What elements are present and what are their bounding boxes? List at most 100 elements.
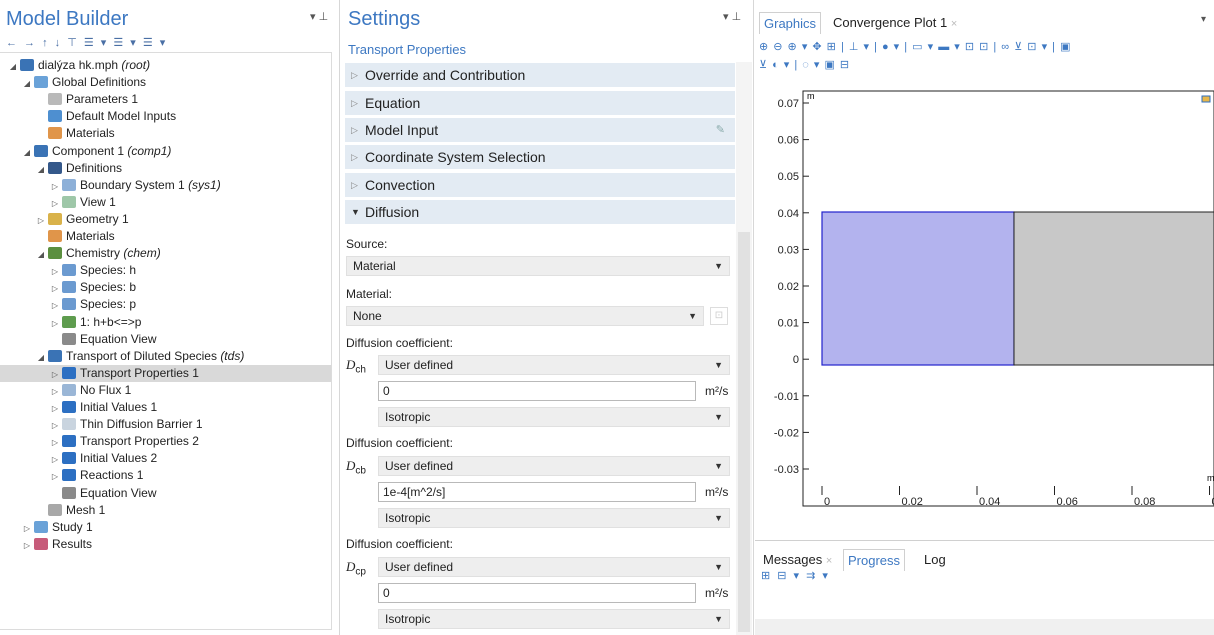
tree-item[interactable]: ▷ Species: b bbox=[0, 279, 331, 296]
node-icon bbox=[48, 161, 62, 174]
material-select[interactable]: None ▼ bbox=[346, 306, 704, 326]
edit-icon[interactable]: ✎ bbox=[716, 118, 725, 142]
expanded-arrow-icon[interactable]: ◢ bbox=[36, 246, 46, 263]
tree-item-label: Materials bbox=[66, 126, 115, 141]
tab-messages[interactable]: Messages × bbox=[759, 549, 836, 571]
tree-item[interactable]: Materials bbox=[0, 125, 331, 142]
tree-item[interactable]: ▷ View 1 bbox=[0, 194, 331, 211]
tree-item[interactable]: Materials bbox=[0, 228, 331, 245]
collapsed-arrow-icon[interactable]: ▷ bbox=[50, 451, 60, 468]
tab-convergence-plot[interactable]: Convergence Plot 1 × bbox=[829, 12, 961, 34]
y-tick-label: -0.03 bbox=[774, 464, 799, 476]
model-builder-toolbar[interactable]: ← → ↑ ↓ ⊤ ☰ ▾ ☰ ▾ ☰ ▾ bbox=[6, 36, 167, 52]
tree-item[interactable]: ◢ Chemistry (chem) bbox=[0, 245, 331, 262]
collapsed-arrow-icon[interactable]: ▷ bbox=[50, 195, 60, 212]
tree-item[interactable]: ▷ No Flux 1 bbox=[0, 382, 331, 399]
coefficient-type-select[interactable]: User defined ▼ bbox=[378, 456, 730, 476]
anisotropy-select[interactable]: Isotropic ▼ bbox=[378, 508, 730, 528]
tree-item[interactable]: ▷ Reactions 1 bbox=[0, 467, 331, 484]
tab-graphics[interactable]: Graphics bbox=[759, 12, 822, 34]
expanded-arrow-icon[interactable]: ◢ bbox=[22, 144, 32, 161]
tree-item[interactable]: ▷ Study 1 bbox=[0, 519, 331, 536]
tree-item[interactable]: ◢ Component 1 (comp1) bbox=[0, 143, 331, 160]
tree-item[interactable]: ◢ Definitions bbox=[0, 160, 331, 177]
tree-item[interactable]: Equation View bbox=[0, 485, 331, 502]
scrollbar-thumb[interactable] bbox=[738, 232, 750, 632]
geometry-plot[interactable]: 0.07 0.06 0.05 0.04 0.03 0.02 0.01 0 -0.01 -0.02 -… bbox=[755, 73, 1214, 513]
coefficient-value-input[interactable]: 1e-4[m^2/s] bbox=[378, 482, 696, 502]
collapsed-arrow-icon[interactable]: ▷ bbox=[50, 263, 60, 280]
tree-item[interactable]: ▷ Transport Properties 1 bbox=[0, 364, 331, 383]
collapsed-arrow-icon[interactable]: ▷ bbox=[50, 383, 60, 400]
collapsed-arrow-icon[interactable]: ▷ bbox=[22, 520, 32, 537]
diffusion-coefficient-label: Diffusion coefficient: bbox=[346, 336, 453, 350]
pin-icon[interactable]: ▾ ⊥ bbox=[310, 10, 328, 23]
coefficient-type-select[interactable]: User defined ▼ bbox=[378, 557, 730, 577]
tree-item[interactable]: ▷ Initial Values 1 bbox=[0, 399, 331, 416]
anisotropy-select[interactable]: Isotropic ▼ bbox=[378, 609, 730, 629]
graphics-toolbar[interactable]: ⊕ ⊖ ⊕ ▾ ✥ ⊞ | ⊥ ▾ | ● ▾ | ▭ ▾ ▬ ▾ ⊡ ⊡ | … bbox=[759, 40, 1071, 53]
expanded-arrow-icon[interactable]: ◢ bbox=[36, 349, 46, 366]
coefficient-value-input[interactable]: 0 bbox=[378, 583, 696, 603]
section-override-contribution[interactable]: ▷ Override and Contribution bbox=[345, 63, 735, 87]
tree-item[interactable]: ▷ Initial Values 2 bbox=[0, 450, 331, 467]
tree-item[interactable]: ◢ dialýza hk.mph (root) bbox=[0, 57, 331, 74]
coefficient-value-input[interactable]: 0 bbox=[378, 381, 696, 401]
collapsed-arrow-icon[interactable]: ▷ bbox=[50, 417, 60, 434]
section-coordinate-system[interactable]: ▷ Coordinate System Selection bbox=[345, 145, 735, 169]
tree-item[interactable]: Parameters 1 bbox=[0, 91, 331, 108]
collapsed-arrow-icon[interactable]: ▷ bbox=[36, 212, 46, 229]
view-menu-icon[interactable]: ▾ bbox=[1201, 14, 1206, 25]
tree-item[interactable]: ▷ Transport Properties 2 bbox=[0, 433, 331, 450]
collapsed-arrow-icon[interactable]: ▷ bbox=[50, 280, 60, 297]
section-label: Override and Contribution bbox=[365, 67, 526, 83]
go-to-material-icon[interactable]: ⊡ bbox=[710, 307, 728, 325]
tree-item[interactable]: Mesh 1 bbox=[0, 502, 331, 519]
tree-item[interactable]: ▷ Species: p bbox=[0, 296, 331, 313]
tree-item[interactable]: ▷ Thin Diffusion Barrier 1 bbox=[0, 416, 331, 433]
node-icon bbox=[62, 264, 76, 277]
collapsed-arrow-icon[interactable]: ▷ bbox=[50, 434, 60, 451]
collapsed-arrow-icon[interactable]: ▷ bbox=[50, 178, 60, 195]
expanded-arrow-icon[interactable]: ◢ bbox=[22, 75, 32, 92]
graphics-toolbar-row2[interactable]: ⊻ ◐ ▾ | ◌ ▾ ▣ ⊟ bbox=[759, 58, 850, 71]
anisotropy-select[interactable]: Isotropic ▼ bbox=[378, 407, 730, 427]
domain-selected[interactable] bbox=[821, 211, 1015, 366]
close-icon[interactable]: × bbox=[951, 18, 957, 30]
tree-item[interactable]: ▷ Species: h bbox=[0, 262, 331, 279]
coefficient-type-select[interactable]: User defined ▼ bbox=[378, 355, 730, 375]
messages-scrollbar[interactable] bbox=[755, 619, 1214, 635]
expanded-arrow-icon[interactable]: ◢ bbox=[8, 58, 18, 75]
tree-item[interactable]: ▷ Boundary System 1 (sys1) bbox=[0, 177, 331, 194]
close-icon[interactable]: × bbox=[826, 555, 832, 567]
expanded-arrow-icon[interactable]: ◢ bbox=[36, 161, 46, 178]
collapsed-arrow-icon[interactable]: ▷ bbox=[50, 400, 60, 417]
tab-label: Messages bbox=[763, 552, 823, 567]
settings-scrollbar[interactable] bbox=[736, 62, 752, 635]
section-model-input[interactable]: ▷ Model Input ✎ bbox=[345, 118, 735, 142]
collapsed-arrow-icon[interactable]: ▷ bbox=[50, 468, 60, 485]
domain-other[interactable] bbox=[1013, 211, 1214, 366]
collapsed-arrow-icon[interactable]: ▷ bbox=[22, 537, 32, 554]
tree-item[interactable]: ◢ Transport of Diluted Species (tds) bbox=[0, 348, 331, 365]
tree-item[interactable]: Default Model Inputs bbox=[0, 108, 331, 125]
pin-icon[interactable]: ▾ ⊥ bbox=[723, 10, 741, 23]
coefficient-type-value: User defined bbox=[385, 560, 454, 574]
collapsed-arrow-icon[interactable]: ▷ bbox=[50, 315, 60, 332]
tree-item[interactable]: Equation View bbox=[0, 331, 331, 348]
tab-progress[interactable]: Progress bbox=[843, 549, 906, 571]
section-convection[interactable]: ▷ Convection bbox=[345, 173, 735, 197]
tree-item-tag: (root) bbox=[121, 58, 151, 72]
node-icon bbox=[20, 59, 34, 71]
tree-item[interactable]: ▷ Results bbox=[0, 536, 331, 553]
source-select[interactable]: Material ▼ bbox=[346, 256, 730, 276]
tab-log[interactable]: Log bbox=[920, 549, 950, 571]
tree-item[interactable]: ◢ Global Definitions bbox=[0, 74, 331, 91]
collapsed-arrow-icon[interactable]: ▷ bbox=[50, 366, 60, 383]
tree-item[interactable]: ▷ 1: h+b<=>p bbox=[0, 314, 331, 331]
messages-toolbar[interactable]: ⊞ ⊟ ▾ ⇉ ▾ bbox=[761, 569, 830, 582]
section-equation[interactable]: ▷ Equation bbox=[345, 91, 735, 115]
tree-item[interactable]: ▷ Geometry 1 bbox=[0, 211, 331, 228]
collapsed-arrow-icon[interactable]: ▷ bbox=[50, 297, 60, 314]
section-diffusion[interactable]: ▼ Diffusion bbox=[345, 200, 735, 224]
